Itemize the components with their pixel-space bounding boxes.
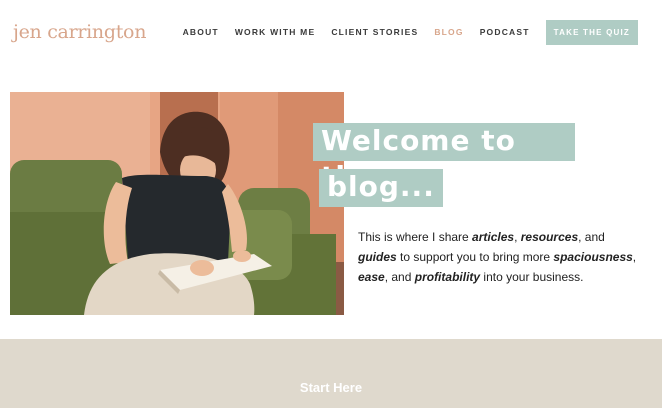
- hero-title-line-2: blog...: [319, 169, 443, 207]
- site-header: jen carrington ABOUT WORK WITH ME CLIENT…: [0, 0, 662, 64]
- nav-item-client-stories[interactable]: CLIENT STORIES: [331, 27, 418, 37]
- intro-text-7: into your business.: [480, 270, 584, 284]
- nav-item-podcast[interactable]: PODCAST: [480, 27, 530, 37]
- hero-title-line-1: Welcome to the: [313, 123, 575, 193]
- intro-text-3: , and: [578, 230, 605, 244]
- intro-text-1: This is where I share: [358, 230, 473, 244]
- site-logo[interactable]: jen carrington: [13, 21, 146, 43]
- start-here-band: [0, 339, 662, 408]
- take-quiz-button[interactable]: TAKE THE QUIZ: [545, 19, 638, 45]
- intro-keyword-spaciousness: spaciousness: [553, 250, 633, 264]
- woman-on-sofa-writing-image: [10, 92, 344, 315]
- hero-intro-text: This is where I share articles, resource…: [358, 227, 638, 287]
- intro-keyword-guides: guides: [358, 250, 397, 264]
- intro-keyword-profitability: profitability: [414, 270, 481, 284]
- intro-keyword-resources: resources: [520, 230, 579, 244]
- nav-item-work-with-me[interactable]: WORK WITH ME: [235, 27, 316, 37]
- main-nav: ABOUT WORK WITH ME CLIENT STORIES BLOG P…: [167, 19, 638, 45]
- intro-text-5: ,: [632, 250, 637, 264]
- nav-item-blog[interactable]: BLOG: [434, 27, 463, 37]
- intro-text-4: to support you to bring more: [396, 250, 554, 264]
- hero-photo: [10, 92, 344, 315]
- intro-text-2: ,: [514, 230, 521, 244]
- intro-text-6: , and: [384, 270, 415, 284]
- nav-item-about[interactable]: ABOUT: [183, 27, 219, 37]
- start-here-heading[interactable]: Start Here: [0, 380, 662, 395]
- intro-keyword-ease: ease: [358, 270, 385, 284]
- intro-keyword-articles: articles: [472, 230, 515, 244]
